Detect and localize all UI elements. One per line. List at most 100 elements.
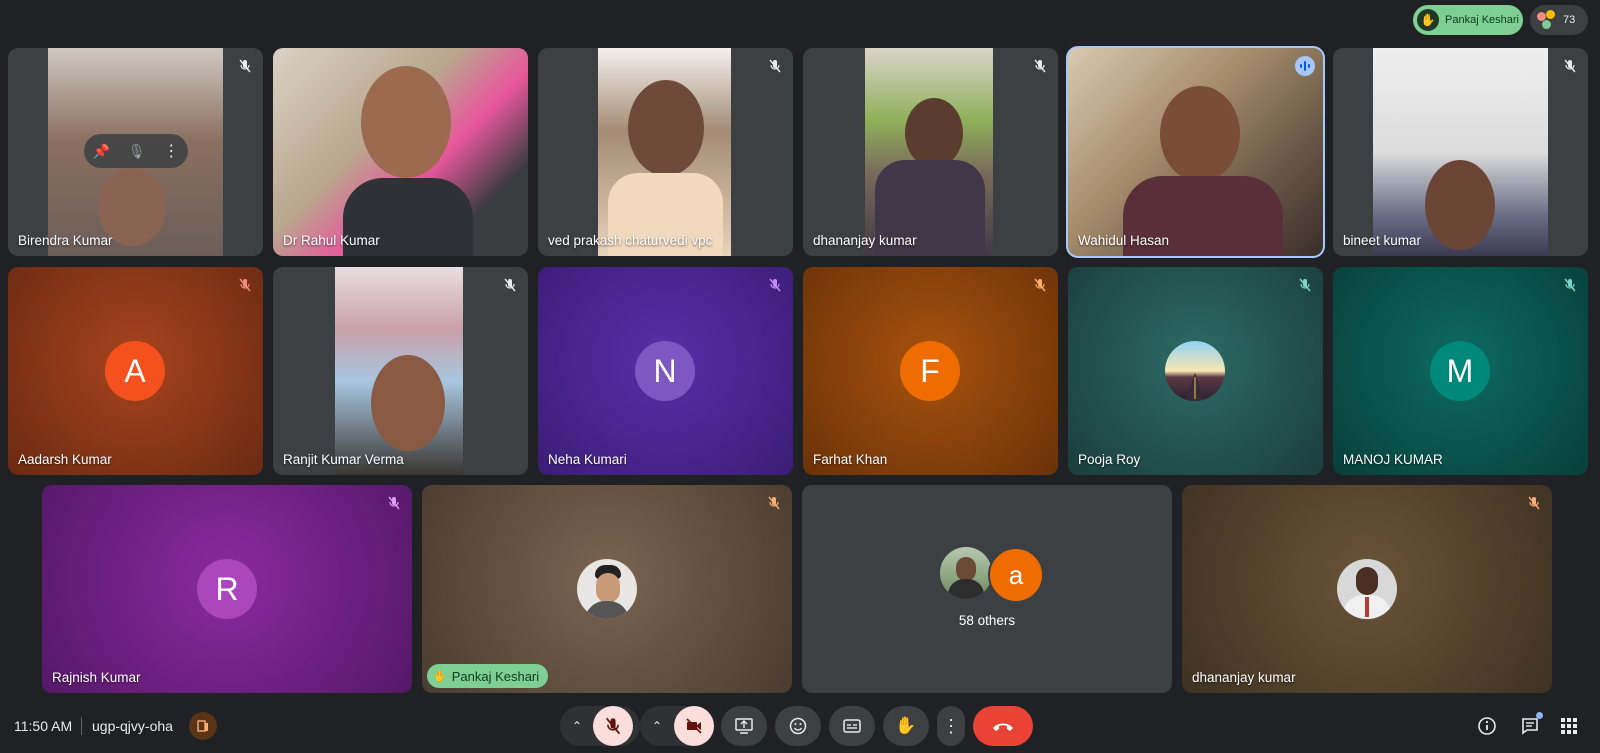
mic-off-icon bbox=[605, 717, 621, 735]
avatar: N bbox=[635, 341, 695, 401]
camera-off-icon bbox=[686, 718, 702, 734]
participant-video bbox=[1068, 48, 1323, 256]
avatar: R bbox=[197, 559, 257, 619]
closed-captions-icon bbox=[843, 719, 861, 733]
mic-off-icon bbox=[235, 275, 255, 295]
present-screen-icon bbox=[735, 718, 753, 734]
raised-hand-name: Pankaj Keshari bbox=[1445, 14, 1519, 26]
avatar: M bbox=[1430, 341, 1490, 401]
meeting-time: 11:50 AM bbox=[14, 718, 73, 734]
more-options-button[interactable]: ⋮ bbox=[937, 706, 965, 746]
participant-tile[interactable]: bineet kumar bbox=[1333, 48, 1588, 256]
participant-name: Ranjit Kumar Verma bbox=[283, 452, 404, 467]
participant-video bbox=[335, 267, 463, 475]
mic-off-icon bbox=[1524, 493, 1544, 513]
mic-off-icon bbox=[1295, 275, 1315, 295]
participant-name: ved prakash chaturvedi vpc bbox=[548, 233, 713, 248]
mic-off-icon bbox=[235, 56, 255, 76]
participant-name: dhananjay kumar bbox=[813, 233, 917, 248]
participant-name: Neha Kumari bbox=[548, 452, 627, 467]
participant-video bbox=[598, 48, 731, 256]
participant-name: Aadarsh Kumar bbox=[18, 452, 112, 467]
mic-off-icon bbox=[764, 493, 784, 513]
participant-tile[interactable]: 📌 🎙 ⋮ Birendra Kumar bbox=[8, 48, 263, 256]
participant-name: Pankaj Keshari bbox=[451, 668, 540, 684]
participant-video bbox=[1373, 48, 1548, 256]
participant-name: Farhat Khan bbox=[813, 452, 888, 467]
participant-tile[interactable]: F Farhat Khan bbox=[803, 267, 1058, 475]
tile-hover-controls: 📌 🎙 ⋮ bbox=[84, 134, 188, 168]
raised-hand-icon: ✋ bbox=[433, 670, 447, 683]
chevron-up-icon: ⌃ bbox=[572, 719, 583, 733]
participant-count: 73 bbox=[1563, 14, 1576, 26]
mic-off-icon bbox=[1560, 56, 1580, 76]
participant-tile[interactable]: N Neha Kumari bbox=[538, 267, 793, 475]
reactions-button[interactable] bbox=[775, 706, 821, 746]
mic-off-icon bbox=[384, 493, 404, 513]
meeting-details-button[interactable] bbox=[1475, 714, 1499, 738]
speaking-indicator-icon bbox=[1295, 56, 1315, 76]
participants-icon bbox=[1537, 10, 1557, 30]
info-icon bbox=[1478, 717, 1496, 735]
captions-button[interactable] bbox=[829, 706, 875, 746]
others-tile[interactable]: a 58 others bbox=[802, 485, 1172, 693]
mute-participant-icon[interactable]: 🎙 bbox=[128, 143, 146, 160]
hang-up-icon bbox=[993, 723, 1013, 731]
participant-tile[interactable]: R Rajnish Kumar bbox=[42, 485, 412, 693]
hand-icon: ✋ bbox=[895, 716, 917, 735]
activities-button[interactable] bbox=[1557, 714, 1581, 738]
participant-tile[interactable]: M MANOJ KUMAR bbox=[1333, 267, 1588, 475]
participant-tile[interactable]: ved prakash chaturvedi vpc bbox=[538, 48, 793, 256]
participant-name: MANOJ KUMAR bbox=[1343, 452, 1443, 467]
participant-tile[interactable]: Dr Rahul Kumar bbox=[273, 48, 528, 256]
mic-off-icon bbox=[1030, 275, 1050, 295]
participants-button[interactable]: 73 bbox=[1530, 5, 1588, 35]
others-avatar: a bbox=[988, 547, 1044, 603]
participant-tile[interactable]: dhananjay kumar bbox=[803, 48, 1058, 256]
participant-video bbox=[865, 48, 993, 256]
mic-off-icon bbox=[765, 56, 785, 76]
present-screen-button[interactable] bbox=[721, 706, 767, 746]
chat-button[interactable] bbox=[1518, 712, 1543, 738]
profile-photo-avatar bbox=[577, 559, 637, 619]
participant-tile[interactable]: Ranjit Kumar Verma bbox=[273, 267, 528, 475]
meeting-code: ugp-qjvy-oha bbox=[92, 718, 173, 734]
pin-icon[interactable]: 📌 bbox=[93, 143, 110, 160]
participant-name: Wahidul Hasan bbox=[1078, 233, 1170, 248]
participant-tile[interactable]: A Aadarsh Kumar bbox=[8, 267, 263, 475]
participant-name: Pooja Roy bbox=[1078, 452, 1141, 467]
raised-hand-chip[interactable]: ✋ Pankaj Keshari bbox=[1413, 5, 1523, 35]
raised-hand-icon: ✋ bbox=[1417, 9, 1439, 31]
others-photo-avatar bbox=[940, 547, 992, 599]
host-controls-icon[interactable] bbox=[189, 712, 217, 740]
toggle-microphone-button[interactable] bbox=[593, 706, 633, 746]
raised-hand-name-chip: ✋ Pankaj Keshari bbox=[427, 664, 549, 688]
leave-call-button[interactable] bbox=[973, 706, 1033, 746]
profile-photo-avatar bbox=[1337, 559, 1397, 619]
chat-icon bbox=[1522, 718, 1538, 735]
mic-off-icon bbox=[765, 275, 785, 295]
raise-hand-button[interactable]: ✋ bbox=[883, 706, 929, 746]
avatar: A bbox=[105, 341, 165, 401]
divider bbox=[81, 717, 82, 735]
apps-grid-icon bbox=[1561, 718, 1577, 734]
participant-name: Birendra Kumar bbox=[18, 233, 113, 248]
emoji-icon bbox=[789, 717, 807, 735]
participant-name: dhananjay kumar bbox=[1192, 670, 1296, 685]
participant-tile[interactable]: ✋ Pankaj Keshari bbox=[422, 485, 792, 693]
more-vert-icon: ⋮ bbox=[942, 715, 960, 736]
others-count: 58 others bbox=[958, 613, 1016, 628]
participant-tile[interactable]: Pooja Roy bbox=[1068, 267, 1323, 475]
toggle-camera-button[interactable] bbox=[674, 706, 714, 746]
chevron-up-icon: ⌃ bbox=[652, 719, 663, 733]
participant-tile[interactable]: dhananjay kumar bbox=[1182, 485, 1552, 693]
notification-dot bbox=[1536, 712, 1543, 719]
participant-tile-active-speaker[interactable]: Wahidul Hasan bbox=[1066, 46, 1325, 258]
participant-name: Rajnish Kumar bbox=[52, 670, 141, 685]
avatar: F bbox=[900, 341, 960, 401]
profile-photo-avatar bbox=[1165, 341, 1225, 401]
mic-off-icon bbox=[1560, 275, 1580, 295]
participant-video bbox=[273, 48, 528, 256]
more-options-icon[interactable]: ⋮ bbox=[163, 141, 179, 161]
mic-off-icon bbox=[1030, 56, 1050, 76]
